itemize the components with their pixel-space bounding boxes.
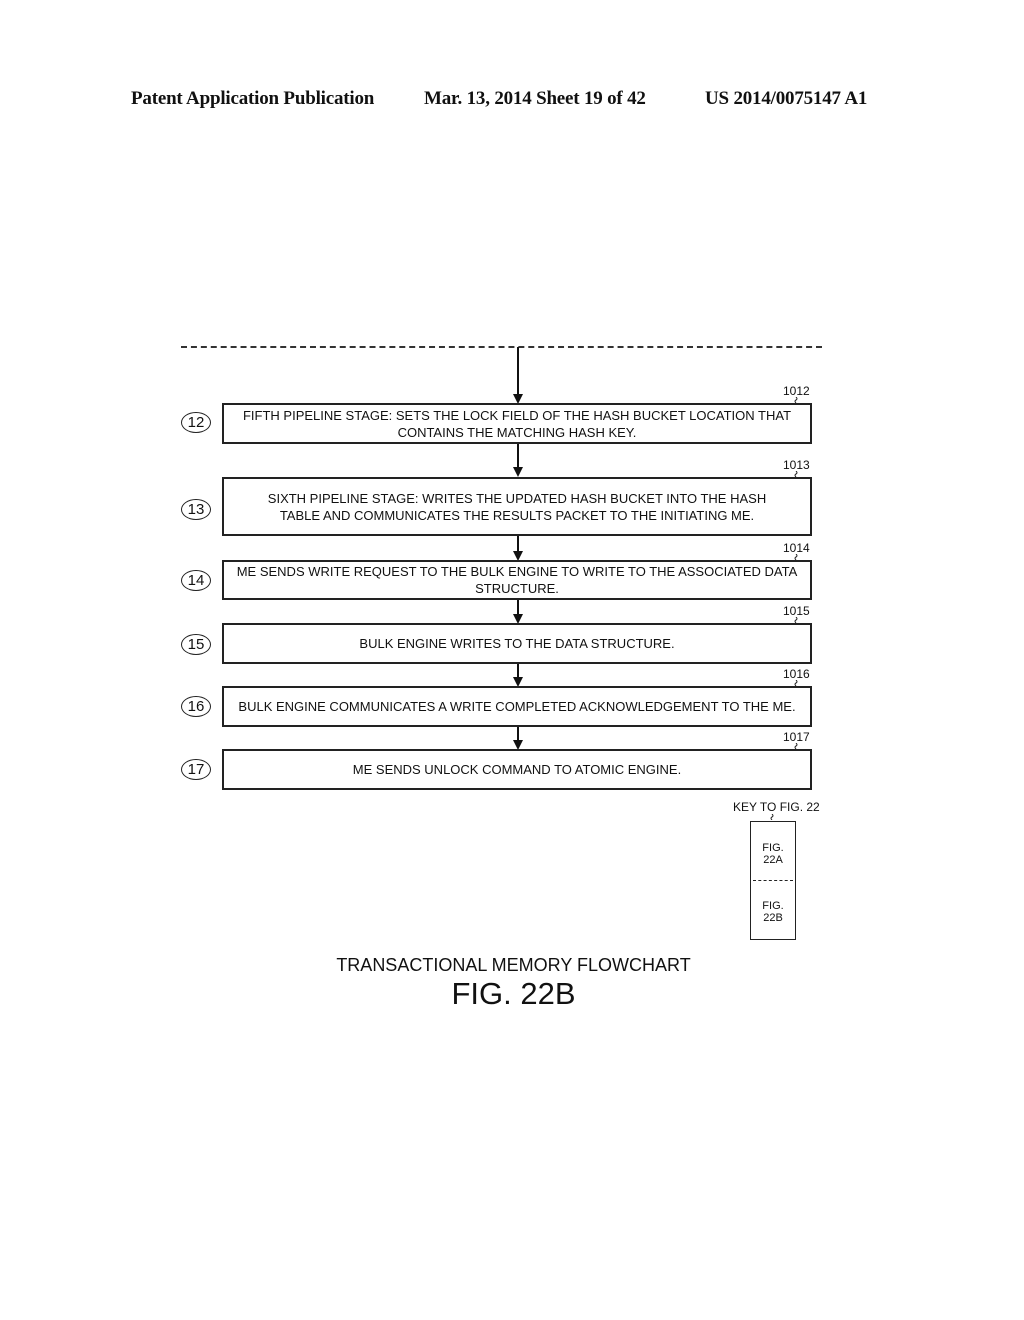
arrow-down-icon [513, 467, 523, 477]
step-text: ME SENDS UNLOCK COMMAND TO ATOMIC ENGINE… [352, 762, 682, 777]
figure-key-box: FIG. 22A FIG. 22B [750, 821, 796, 940]
publication-label: Patent Application Publication [131, 88, 375, 109]
step-text: SIXTH PIPELINE STAGE: WRITES THE UPDATED… [267, 490, 767, 523]
flowchart-step-box: FIFTH PIPELINE STAGE: SETS THE LOCK FIEL… [222, 403, 812, 444]
key-label: KEY TO FIG. 22 [733, 800, 820, 814]
step-number-badge: 16 [181, 696, 211, 717]
step-text: BULK ENGINE WRITES TO THE DATA STRUCTURE… [359, 636, 675, 651]
reference-numeral: 1015 [783, 604, 810, 618]
step-number-badge: 14 [181, 570, 211, 591]
step-number-badge: 13 [181, 499, 211, 520]
patent-number: US 2014/0075147 A1 [705, 88, 868, 109]
step-number-badge: 15 [181, 634, 211, 655]
reference-numeral: 1013 [783, 458, 810, 472]
key-cell-22a: FIG. 22A [762, 842, 784, 866]
figure-number: FIG. 22B [451, 976, 576, 1011]
reference-numeral: 1016 [783, 667, 810, 681]
step-number-badge: 17 [181, 759, 211, 780]
step-text: ME SENDS WRITE REQUEST TO THE BULK ENGIN… [236, 564, 798, 596]
step-text: BULK ENGINE COMMUNICATES A WRITE COMPLET… [238, 699, 796, 714]
reference-numeral: 1017 [783, 730, 810, 744]
reference-numeral: 1012 [783, 384, 810, 398]
continuation-dashed-line [181, 346, 822, 348]
reference-numeral: 1014 [783, 541, 810, 555]
connector-line [517, 444, 519, 468]
flowchart-step-box: SIXTH PIPELINE STAGE: WRITES THE UPDATED… [222, 477, 812, 536]
leader-squiggle-icon [770, 814, 774, 820]
figure-title: TRANSACTIONAL MEMORY FLOWCHART [336, 955, 691, 975]
connector-line [517, 727, 519, 741]
flowchart-step-box: ME SENDS UNLOCK COMMAND TO ATOMIC ENGINE… [222, 749, 812, 790]
flowchart-step-box: BULK ENGINE WRITES TO THE DATA STRUCTURE… [222, 623, 812, 664]
connector-line [517, 536, 519, 552]
key-cell-22b: FIG. 22B [762, 900, 784, 924]
key-divider-dashed [753, 880, 793, 881]
connector-line [517, 347, 519, 395]
connector-line [517, 600, 519, 615]
step-number-badge: 12 [181, 412, 211, 433]
flowchart-step-box: ME SENDS WRITE REQUEST TO THE BULK ENGIN… [222, 560, 812, 600]
date-sheet-label: Mar. 13, 2014 Sheet 19 of 42 [424, 88, 646, 109]
step-text: FIFTH PIPELINE STAGE: SETS THE LOCK FIEL… [242, 407, 792, 440]
flowchart-step-box: BULK ENGINE COMMUNICATES A WRITE COMPLET… [222, 686, 812, 727]
connector-line [517, 664, 519, 678]
